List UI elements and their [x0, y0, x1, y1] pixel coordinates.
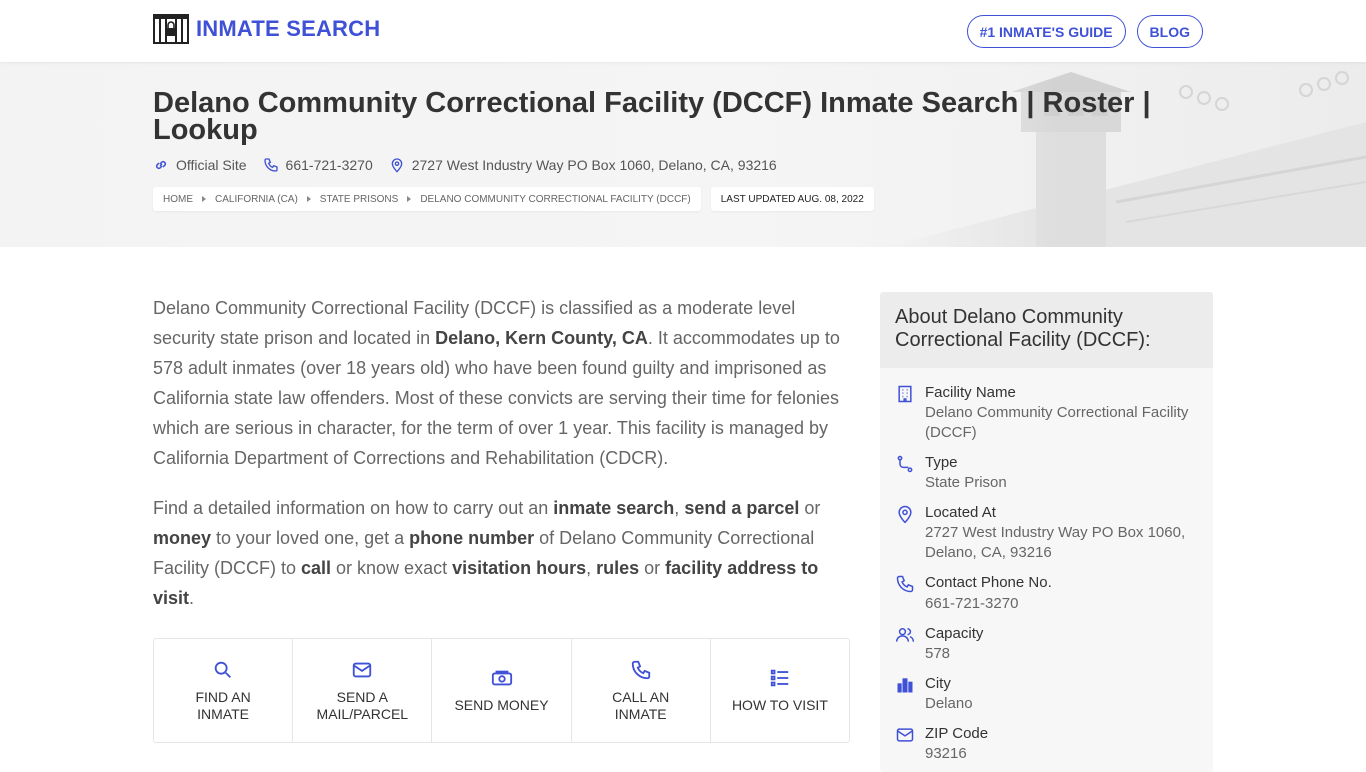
info-label: Capacity — [925, 625, 984, 642]
guide-keyword: send a parcel — [684, 498, 800, 518]
mail-icon — [353, 662, 372, 677]
info-capacity: Capacity 578 — [895, 624, 1198, 664]
call-inmate-button[interactable]: CALL AN INMATE — [572, 639, 711, 742]
info-label: Facility Name — [925, 384, 1016, 401]
blog-button[interactable]: BLOG — [1136, 15, 1203, 48]
guide-keyword: money — [153, 528, 212, 548]
info-label: ZIP Code — [925, 725, 989, 742]
info-value: Delano Community Correctional Facility (… — [925, 404, 1189, 441]
send-mail-button[interactable]: SEND A MAIL/PARCEL — [293, 639, 433, 742]
hero-address-text: 2727 West Industry Way PO Box 1060, Dela… — [411, 157, 777, 173]
facility-meta: Official Site 661-721-3270 2727 West Ind… — [153, 157, 793, 173]
info-panel-title: About Delano Community Correctional Faci… — [880, 292, 1213, 368]
action-label: HOW TO VISIT — [731, 697, 828, 713]
info-value: State Prison — [925, 474, 1007, 491]
logo-text: INMATE SEARCH — [196, 16, 381, 41]
action-label: CALL AN INMATE — [612, 688, 670, 722]
guide-text: , — [586, 558, 597, 578]
send-money-button[interactable]: SEND MONEY — [432, 639, 572, 742]
guide-text: to your loved one, get a — [211, 528, 410, 548]
info-city: City Delano — [895, 674, 1198, 714]
inmates-guide-button[interactable]: #1 INMATE'S GUIDE — [966, 15, 1126, 48]
info-phone-link[interactable]: 661-721-3270 — [925, 595, 1018, 612]
official-site-link[interactable]: Official Site — [153, 157, 247, 173]
guide-text: , — [674, 498, 685, 518]
quick-actions: FIND AN INMATE SEND A MAIL/PARCEL SEND MON… — [153, 638, 850, 743]
city-icon — [897, 678, 913, 693]
phone-icon — [631, 660, 650, 679]
hero-address: 2727 West Industry Way PO Box 1060, Dela… — [389, 157, 777, 173]
action-label: SEND MONEY — [454, 697, 549, 713]
phone-icon — [263, 158, 278, 172]
location-icon — [391, 158, 403, 173]
breadcrumb-home[interactable]: HOME — [163, 194, 193, 205]
top-nav: #1 INMATE'S GUIDE BLOG — [966, 15, 1203, 48]
info-zip: ZIP Code 93216 — [895, 724, 1198, 764]
last-updated-badge: LAST UPDATED AUG. 08, 2022 — [710, 187, 874, 211]
info-label: Type — [925, 454, 958, 471]
info-label: Located At — [925, 504, 996, 521]
location-icon — [898, 505, 912, 524]
link-icon — [155, 160, 167, 170]
breadcrumb: HOME CALIFORNIA (CA) STATE PRISONS DELAN… — [153, 187, 701, 211]
breadcrumb-separator-icon — [306, 196, 311, 202]
guide-text: or — [639, 558, 666, 578]
page-hero: Delano Community Correctional Facility (… — [0, 62, 1366, 247]
breadcrumb-california[interactable]: CALIFORNIA (CA) — [215, 194, 298, 205]
guide-text: Find a detailed information on how to ca… — [153, 498, 554, 518]
route-icon — [897, 455, 913, 473]
breadcrumb-state-prisons[interactable]: STATE PRISONS — [320, 194, 399, 205]
guide-text: or know exact — [331, 558, 453, 578]
official-site-label: Official Site — [176, 157, 247, 173]
intro-location: Delano, Kern County, CA — [435, 328, 648, 348]
info-value: Delano — [925, 695, 973, 712]
info-type: Type State Prison — [895, 453, 1198, 493]
info-value: 578 — [925, 645, 951, 662]
info-label: Contact Phone No. — [925, 574, 1052, 591]
list-icon — [770, 669, 789, 687]
info-value: 2727 West Industry Way PO Box 1060, Dela… — [925, 524, 1186, 561]
action-label: SEND A MAIL/PARCEL — [316, 688, 409, 722]
hero-phone: 661-721-3270 — [285, 157, 373, 173]
info-location: Located At 2727 West Industry Way PO Box … — [895, 503, 1198, 563]
breadcrumb-current[interactable]: DELANO COMMUNITY CORRECTIONAL FACILITY (… — [420, 194, 690, 205]
find-inmate-button[interactable]: FIND AN INMATE — [154, 639, 294, 742]
breadcrumb-separator-icon — [202, 196, 206, 202]
top-navbar: INMATE SEARCH #1 INMATE'S GUIDE BLOG — [0, 0, 1366, 62]
guide-keyword: rules — [596, 558, 640, 578]
phone-icon — [896, 575, 914, 593]
guide-text: . — [189, 588, 195, 608]
guide-keyword: inmate search — [553, 498, 675, 518]
guide-paragraph: Find a detailed information on how to ca… — [153, 493, 853, 613]
facility-info-panel: About Delano Community Correctional Faci… — [880, 292, 1213, 772]
guide-keyword: call — [301, 558, 332, 578]
building-icon — [898, 385, 912, 403]
hero-phone-link[interactable]: 661-721-3270 — [263, 157, 373, 173]
action-label: FIND AN INMATE — [195, 688, 251, 722]
mail-icon — [896, 728, 914, 742]
jail-logo-icon — [153, 14, 189, 44]
guide-keyword: phone number — [409, 528, 535, 548]
guide-text: or — [799, 498, 821, 518]
users-icon — [895, 628, 915, 642]
info-list: Facility Name Delano Community Correction… — [880, 368, 1213, 764]
info-label: City — [925, 675, 951, 692]
search-icon — [214, 661, 232, 678]
info-phone: Contact Phone No. 661-721-3270 — [895, 573, 1198, 614]
guide-keyword: visitation hours — [452, 558, 587, 578]
money-icon — [491, 670, 512, 686]
main-content: Delano Community Correctional Facility (… — [153, 293, 853, 613]
intro-paragraph: Delano Community Correctional Facility (… — [153, 293, 853, 473]
info-value: 93216 — [925, 745, 967, 762]
intro-text-rest: . It accommodates up to 578 adult inmate… — [153, 328, 840, 468]
info-facility-name: Facility Name Delano Community Correction… — [895, 383, 1198, 443]
breadcrumb-row: HOME CALIFORNIA (CA) STATE PRISONS DELAN… — [153, 187, 874, 211]
site-logo[interactable]: INMATE SEARCH — [153, 14, 380, 44]
breadcrumb-separator-icon — [407, 196, 412, 202]
how-to-visit-button[interactable]: HOW TO VISIT — [711, 639, 849, 742]
page-title: Delano Community Correctional Facility (… — [153, 87, 1151, 146]
